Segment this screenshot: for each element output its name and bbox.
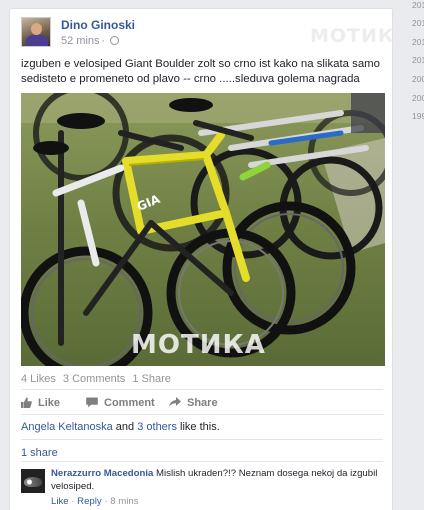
year-link[interactable]: 201 xyxy=(412,55,424,65)
avatar-face xyxy=(31,23,42,35)
liker-name[interactable]: Angela Keltanoska xyxy=(21,421,113,433)
share-arrow-icon xyxy=(169,397,181,411)
year-link[interactable]: 201 xyxy=(412,0,424,10)
year-link[interactable]: 201 xyxy=(412,37,424,47)
commenter-name[interactable]: Nerazzurro Macedonia xyxy=(51,468,153,479)
commenter-avatar[interactable] xyxy=(21,469,45,493)
divider xyxy=(21,389,383,390)
likes-others[interactable]: 3 others xyxy=(137,421,177,433)
avatar-bird xyxy=(24,477,42,487)
divider xyxy=(21,414,383,415)
comment-actions: Like · Reply · 8 mins xyxy=(51,496,139,507)
likes-count[interactable]: 4 Likes xyxy=(21,373,56,385)
likes-and: and xyxy=(115,421,135,433)
post-actions: Like Comment Share xyxy=(21,394,383,416)
watermark-top: МОТИКА xyxy=(310,25,411,47)
share-label: Share xyxy=(187,397,218,409)
comment-time[interactable]: 8 mins xyxy=(110,496,138,507)
post-photo[interactable]: GIA МОТИКА xyxy=(21,93,385,366)
thumbs-up-icon xyxy=(21,397,32,411)
comment-like-link[interactable]: Like xyxy=(51,496,69,507)
post-meta: 52 mins · xyxy=(61,35,120,47)
watermark-photo: МОТИКА xyxy=(131,330,266,360)
comment-label: Comment xyxy=(104,397,155,409)
likes-suffix: like this. xyxy=(180,421,220,433)
post-time[interactable]: 52 mins xyxy=(61,35,100,47)
meta-separator: · xyxy=(101,35,106,47)
avatar-shirt xyxy=(26,35,48,46)
comment-reply-link[interactable]: Reply xyxy=(77,496,102,507)
likes-summary: Angela Keltanoska and 3 others like this… xyxy=(21,421,220,433)
divider xyxy=(21,461,383,462)
year-link[interactable]: 200 xyxy=(412,93,424,103)
post-text: izguben e velosiped Giant Boulder zolt s… xyxy=(21,58,380,85)
post-author[interactable]: Dino Ginoski xyxy=(61,18,135,32)
comment-button[interactable]: Comment xyxy=(86,397,155,411)
share-button[interactable]: Share xyxy=(169,397,218,411)
year-link[interactable]: 199 xyxy=(412,111,424,121)
timeline-years-sidebar: 201 201 201 201 200 200 199 xyxy=(408,0,424,510)
like-button[interactable]: Like xyxy=(21,397,60,411)
like-label: Like xyxy=(38,397,61,409)
shares-count[interactable]: 1 Share xyxy=(132,373,171,385)
year-link[interactable]: 201 xyxy=(412,18,424,28)
share-count-link[interactable]: 1 share xyxy=(21,447,58,459)
comment-dot: · xyxy=(71,496,75,507)
speech-bubble-icon xyxy=(86,397,98,411)
bicycles-photo: GIA xyxy=(21,93,385,366)
divider xyxy=(21,439,383,440)
comment-dot: · xyxy=(104,496,108,507)
post-card: Dino Ginoski 52 mins · МОТИКА izguben e v… xyxy=(9,8,409,510)
comments-count[interactable]: 3 Comments xyxy=(63,373,125,385)
year-link[interactable]: 200 xyxy=(412,74,424,84)
comment-body: Nerazzurro Macedonia Mislish ukraden?!? … xyxy=(51,467,383,493)
post-stats: 4 Likes 3 Comments 1 Share xyxy=(21,373,175,385)
globe-icon[interactable] xyxy=(110,36,120,45)
author-avatar[interactable] xyxy=(21,17,51,47)
